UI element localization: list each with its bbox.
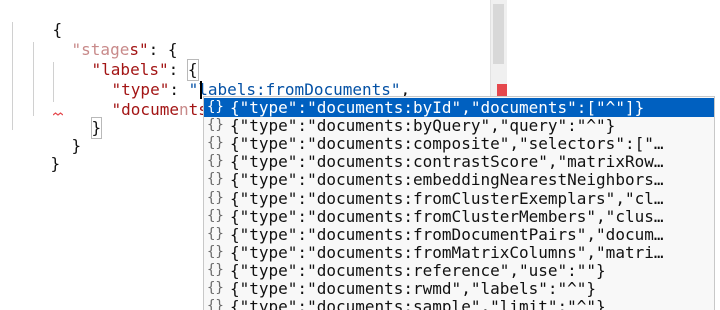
suggestion-item[interactable]: {} {"type":"documents:contrastScore","mat… [204,152,714,171]
close-brace-root: } [50,154,61,173]
suggestion-item[interactable]: {} {"type":"documents:fromClusterExemplar… [204,189,714,208]
suggestion-item[interactable]: {} {"type":"documents:composite","selecto… [204,134,714,153]
suggestion-label: {"type":"documents:fromDocumentPairs","d… [230,224,664,244]
editor-scrollbar[interactable] [490,0,507,100]
braces-icon: {} [207,261,224,278]
error-overview-marker [497,84,507,96]
braces-icon: {} [207,117,224,134]
braces-icon: {} [207,99,224,115]
suggestion-item[interactable]: {} {"type":"documents:embeddingNearestNei… [204,170,714,189]
suggestion-label: {"type":"documents:fromClusterMembers","… [230,206,664,226]
suggestion-label: {"type":"documents:byQuery","query":"^"} [230,116,616,136]
suggestion-label: {"type":"documents:composite","selectors… [230,134,664,154]
suggestion-label: {"type":"documents:fromMatrixColumns","m… [230,242,664,262]
suggestion-item[interactable]: {} {"type":"documents:byQuery","query":"^… [204,116,714,135]
braces-icon: {} [207,153,224,170]
indent-guide [12,22,13,130]
suggestion-item[interactable]: {} {"type":"documents:byId","documents":[… [204,98,714,117]
braces-icon: {} [207,225,224,242]
code-line-4: "type": "labels:fromDocuments", [73,60,411,99]
suggestion-item[interactable]: {} {"type":"documents:rwmd","labels":"^"} [204,279,714,298]
suggestion-label: {"type":"documents:byId","documents":["^… [230,98,645,117]
suggestion-item[interactable]: {} {"type":"documents:fromMatrixColumns",… [204,243,714,262]
key-documents-dim: n [178,100,189,119]
suggestion-label: {"type":"documents:sample","limit":"^"} [230,297,606,310]
suggestion-label: {"type":"documents:contrastScore","matri… [230,152,664,172]
scrollbar-thumb[interactable] [493,4,504,64]
suggestion-item[interactable]: {} {"type":"documents:fromDocumentPairs",… [204,225,714,244]
code-line-1: { [14,0,63,39]
braces-icon: {} [207,189,224,206]
code-line-8: } [12,134,61,173]
braces-icon: {} [207,280,224,296]
suggestion-label: {"type":"documents:reference","use":""} [230,260,606,280]
key-documents-part: "docume [111,100,179,119]
suggestion-item[interactable]: {} {"type":"documents:fromClusterMembers"… [204,207,714,226]
suggestion-item[interactable]: {} {"type":"documents:reference","use":""… [204,261,714,280]
autocomplete-suggestions[interactable]: {} {"type":"documents:byId","documents":[… [203,96,715,310]
suggestion-label: {"type":"documents:fromClusterExemplars"… [230,188,664,208]
braces-icon: {} [207,298,224,310]
braces-icon: {} [207,135,224,152]
braces-icon: {} [207,207,224,224]
code-line-2: "stages": { [33,20,178,59]
code-line-7: } [33,116,82,155]
close-brace-stages: } [71,136,82,155]
code-line-3: "labels": { [53,40,199,81]
suggestion-label: {"type":"documents:embeddingNearestNeigh… [230,170,664,190]
braces-icon: {} [207,171,224,188]
suggestion-item[interactable]: {} {"type":"documents:sample","limit":"^"… [204,297,714,310]
text-cursor [200,81,202,99]
matched-bracket-close: } [90,117,103,139]
braces-icon: {} [207,243,224,260]
suggestion-label: {"type":"documents:rwmd","labels":"^"} [230,279,597,298]
